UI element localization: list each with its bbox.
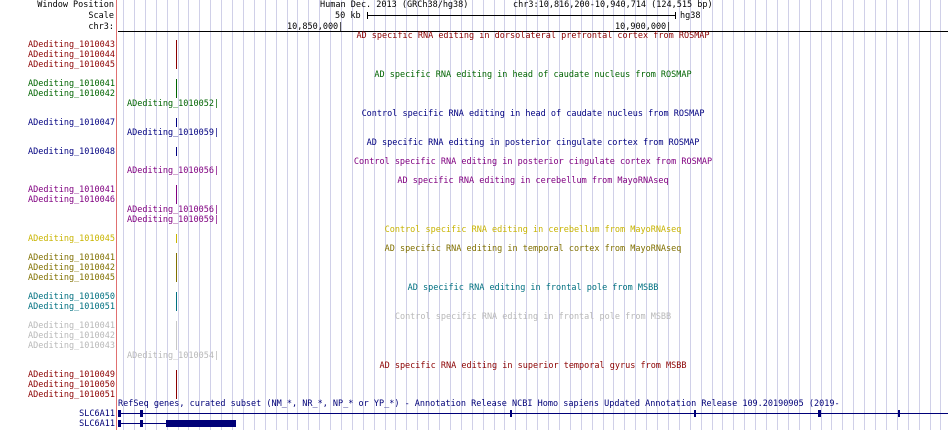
left-label[interactable]: ADediting_1010044 — [28, 50, 115, 60]
exon-block — [694, 410, 696, 417]
track-title[interactable]: AD specific RNA editing in dorsolateral … — [118, 31, 948, 41]
track-title[interactable]: AD specific RNA editing in posterior cin… — [118, 138, 948, 148]
feature-tick[interactable] — [176, 118, 177, 127]
left-label[interactable]: ADediting_1010045 — [28, 234, 115, 244]
left-label[interactable]: ADediting_1010041 — [28, 253, 115, 263]
scale-label: Scale — [88, 11, 114, 21]
feature-tick[interactable] — [176, 370, 177, 399]
gene-model-1[interactable] — [118, 409, 948, 419]
left-label[interactable]: ADediting_1010043 — [28, 40, 115, 50]
scale-value: 50 kb — [335, 11, 361, 21]
track-title[interactable]: Control specific RNA editing in posterio… — [118, 157, 948, 167]
position-readout[interactable]: chr3:10,816,200-10,940,714 (124,515 bp) — [513, 0, 713, 10]
left-label[interactable]: ADediting_1010050 — [28, 292, 115, 302]
left-label[interactable]: ADediting_1010048 — [28, 147, 115, 157]
left-label[interactable]: ADediting_1010046 — [28, 195, 115, 205]
track-title[interactable]: Control specific RNA editing in head of … — [118, 109, 948, 119]
exon-block — [898, 410, 900, 417]
scale-bar-left-cap — [367, 12, 368, 19]
exon-block — [118, 420, 121, 427]
inline-item-label[interactable]: ADediting_1010059| — [127, 215, 219, 225]
feature-tick[interactable] — [176, 79, 177, 98]
feature-tick[interactable] — [176, 40, 177, 69]
exon-block — [510, 410, 512, 417]
track-title[interactable]: AD specific RNA editing in frontal pole … — [118, 283, 948, 293]
feature-tick[interactable] — [176, 234, 177, 243]
track-title[interactable]: Control specific RNA editing in frontal … — [118, 312, 948, 322]
scale-db: hg38 — [680, 11, 701, 21]
gene-model-2[interactable] — [118, 419, 238, 429]
track-title[interactable]: AD specific RNA editing in superior temp… — [118, 361, 948, 371]
assembly-title[interactable]: Human Dec. 2013 (GRCh38/hg38) — [320, 0, 468, 10]
left-label[interactable]: ADediting_1010050 — [28, 380, 115, 390]
left-label[interactable]: ADediting_1010041 — [28, 321, 115, 331]
scale-bar-right-cap — [675, 12, 676, 19]
feature-tick[interactable] — [176, 321, 177, 350]
inline-item-label[interactable]: ADediting_1010054| — [127, 351, 219, 361]
feature-tick[interactable] — [176, 147, 177, 156]
track-title[interactable]: AD specific RNA editing in temporal cort… — [118, 244, 948, 254]
exon-block — [140, 410, 143, 417]
inline-item-label[interactable]: ADediting_1010056| — [127, 205, 219, 215]
scale-bar — [367, 15, 676, 16]
left-label[interactable]: ADediting_1010047 — [28, 118, 115, 128]
exon-block — [140, 420, 143, 427]
left-label[interactable]: ADediting_1010041 — [28, 79, 115, 89]
left-label[interactable]: ADediting_1010045 — [28, 273, 115, 283]
gene-label[interactable]: SLC6A11 — [79, 419, 115, 429]
track-title[interactable]: Control specific RNA editing in cerebell… — [118, 225, 948, 235]
gene-track-title[interactable]: RefSeq genes, curated subset (NM_*, NR_*… — [118, 399, 840, 409]
feature-tick[interactable] — [176, 253, 177, 282]
exon-block — [166, 420, 236, 427]
left-label[interactable]: ADediting_1010041 — [28, 185, 115, 195]
exon-block — [818, 410, 821, 417]
chr-label: chr3: — [88, 22, 114, 32]
label-separator — [116, 0, 117, 430]
left-label[interactable]: ADediting_1010045 — [28, 60, 115, 70]
left-label[interactable]: ADediting_1010042 — [28, 331, 115, 341]
track-title[interactable]: AD specific RNA editing in head of cauda… — [118, 70, 948, 80]
left-label[interactable]: ADediting_1010042 — [28, 89, 115, 99]
window-position-label: Window Position — [37, 0, 114, 10]
left-label[interactable]: ADediting_1010049 — [28, 370, 115, 380]
left-label[interactable]: ADediting_1010051 — [28, 302, 115, 312]
inline-item-label[interactable]: ADediting_1010056| — [127, 166, 219, 176]
intron-line — [118, 413, 948, 414]
left-label[interactable]: ADediting_1010051 — [28, 390, 115, 400]
left-label[interactable]: ADediting_1010042 — [28, 263, 115, 273]
feature-tick[interactable] — [176, 292, 177, 311]
inline-item-label[interactable]: ADediting_1010059| — [127, 128, 219, 138]
feature-tick[interactable] — [176, 185, 177, 204]
gene-label[interactable]: SLC6A11 — [79, 409, 115, 419]
exon-block — [118, 410, 121, 417]
track-title[interactable]: AD specific RNA editing in cerebellum fr… — [118, 176, 948, 186]
left-label[interactable]: ADediting_1010043 — [28, 341, 115, 351]
inline-item-label[interactable]: ADediting_1010052| — [127, 99, 219, 109]
